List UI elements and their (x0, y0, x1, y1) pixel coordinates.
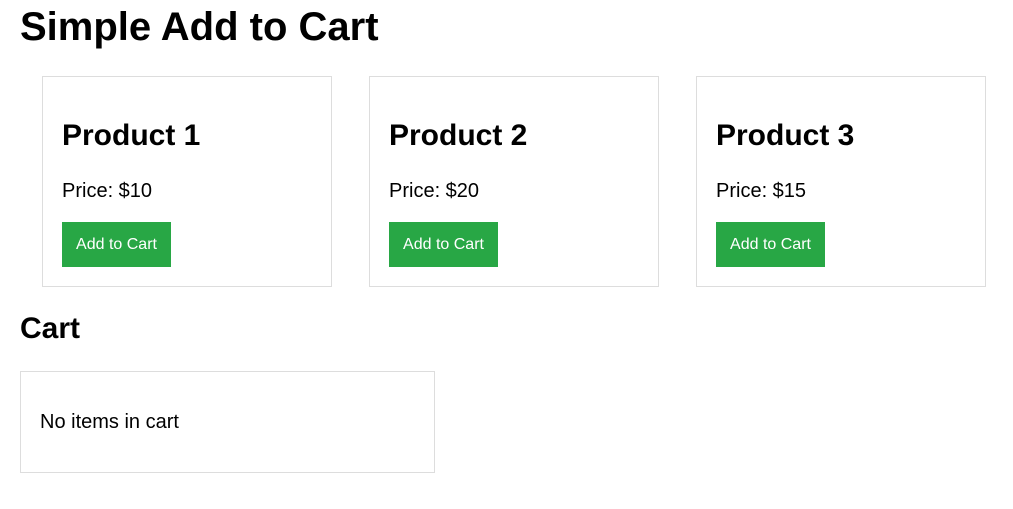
product-price: Price: $15 (716, 180, 807, 202)
add-to-cart-button[interactable]: Add to Cart (716, 222, 825, 267)
product-card: Product 1 Price: $10 Add to Cart (42, 76, 332, 287)
product-list: Product 1 Price: $10 Add to Cart Product… (42, 76, 986, 287)
product-price: Price: $10 (62, 180, 153, 202)
product-name: Product 1 (62, 119, 201, 152)
product-card: Product 2 Price: $20 Add to Cart (369, 76, 659, 287)
product-name: Product 3 (716, 119, 855, 152)
page: Simple Add to Cart Product 1 Price: $10 … (0, 0, 1013, 509)
cart-panel: No items in cart (20, 371, 435, 473)
product-card: Product 3 Price: $15 Add to Cart (696, 76, 986, 287)
add-to-cart-button[interactable]: Add to Cart (62, 222, 171, 267)
page-title: Simple Add to Cart (20, 5, 379, 49)
product-price: Price: $20 (389, 180, 480, 202)
cart-empty-message: No items in cart (40, 411, 179, 433)
product-name: Product 2 (389, 119, 528, 152)
cart-heading: Cart (20, 312, 81, 345)
add-to-cart-button[interactable]: Add to Cart (389, 222, 498, 267)
